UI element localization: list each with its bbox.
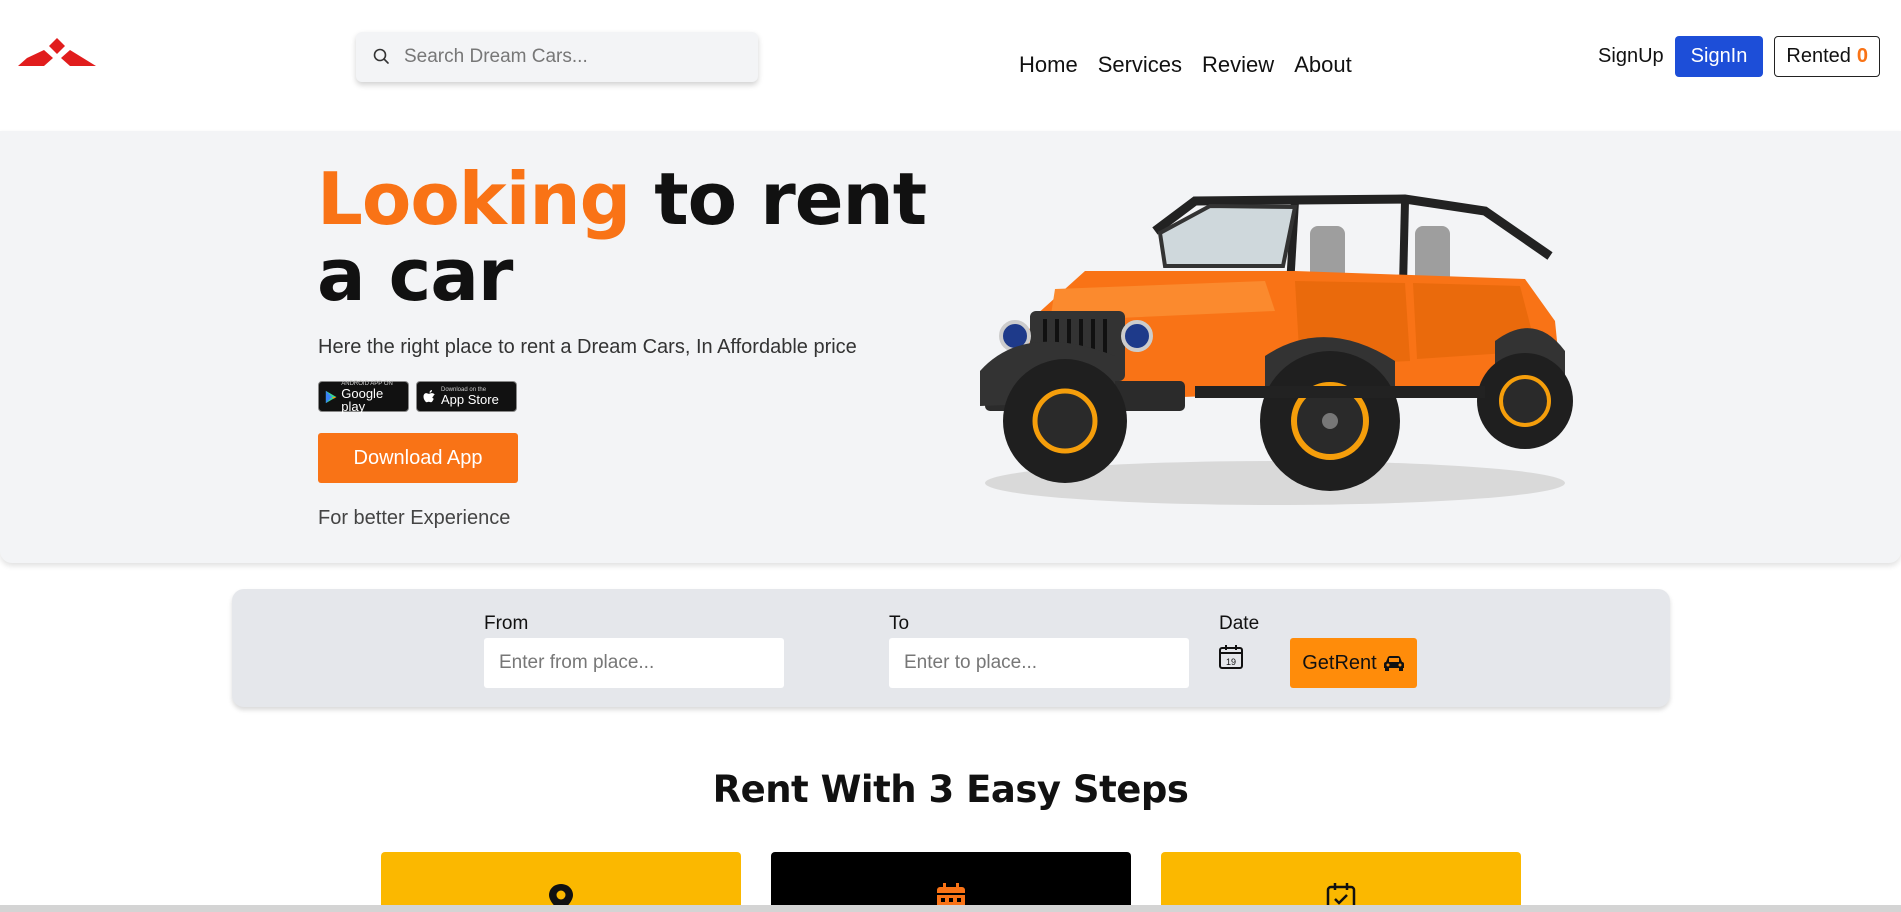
- car-icon: [1383, 656, 1404, 671]
- hero-title-accent: Looking: [317, 157, 631, 241]
- step-card-confirm: [1161, 852, 1521, 912]
- to-label: To: [889, 613, 910, 634]
- from-input[interactable]: [484, 638, 784, 688]
- hero-section: Looking to rent a car Here the right pla…: [0, 131, 1901, 563]
- hero-footnote: For better Experience: [318, 507, 511, 529]
- nav-review[interactable]: Review: [1202, 52, 1274, 78]
- step-card-date: [771, 852, 1131, 912]
- site-header: Home Services Review About SignUp SignIn…: [0, 0, 1901, 131]
- app-store-badge[interactable]: Download on the App Store: [416, 381, 517, 412]
- steps-title: Rent With 3 Easy Steps: [712, 768, 1189, 811]
- google-badge-big: Google play: [341, 385, 384, 414]
- calendar-day: 19: [1226, 657, 1236, 667]
- apple-badge-big: App Store: [441, 392, 499, 407]
- search-bar[interactable]: [356, 32, 758, 82]
- getrent-button[interactable]: GetRent: [1290, 638, 1417, 688]
- nav-services[interactable]: Services: [1098, 52, 1182, 78]
- booking-bar: From To Date 19 GetRent: [232, 589, 1670, 707]
- hero-title: Looking to rent a car: [317, 161, 957, 313]
- store-badges: ANDROID APP ON Google play Download on t…: [318, 381, 517, 414]
- apple-icon: [423, 389, 435, 402]
- calendar-icon[interactable]: 19: [1218, 644, 1244, 670]
- jeep-image: [980, 194, 1573, 505]
- nav-home[interactable]: Home: [1019, 52, 1078, 78]
- download-app-button[interactable]: Download App: [318, 433, 518, 483]
- auth-controls: SignUp SignIn Rented 0: [1598, 36, 1880, 77]
- signin-button[interactable]: SignIn: [1674, 36, 1764, 77]
- window-bottom-edge: [0, 905, 1901, 912]
- rented-count: 0: [1856, 45, 1868, 67]
- search-input[interactable]: [404, 46, 744, 68]
- step-card-location: [381, 852, 741, 912]
- nav-about[interactable]: About: [1294, 52, 1352, 78]
- getrent-label: GetRent: [1302, 651, 1377, 674]
- rented-button[interactable]: Rented 0: [1774, 36, 1880, 77]
- to-input[interactable]: [889, 638, 1189, 688]
- logo-icon[interactable]: [18, 36, 96, 72]
- date-label: Date: [1219, 613, 1260, 634]
- main-nav: Home Services Review About: [1019, 52, 1352, 78]
- signup-link[interactable]: SignUp: [1598, 45, 1664, 68]
- search-icon: [373, 48, 389, 64]
- rented-label: Rented: [1786, 45, 1851, 67]
- hero-subtitle: Here the right place to rent a Dream Car…: [318, 336, 857, 358]
- google-play-icon: [325, 390, 337, 403]
- google-play-badge[interactable]: ANDROID APP ON Google play: [318, 381, 409, 414]
- from-label: From: [484, 613, 529, 634]
